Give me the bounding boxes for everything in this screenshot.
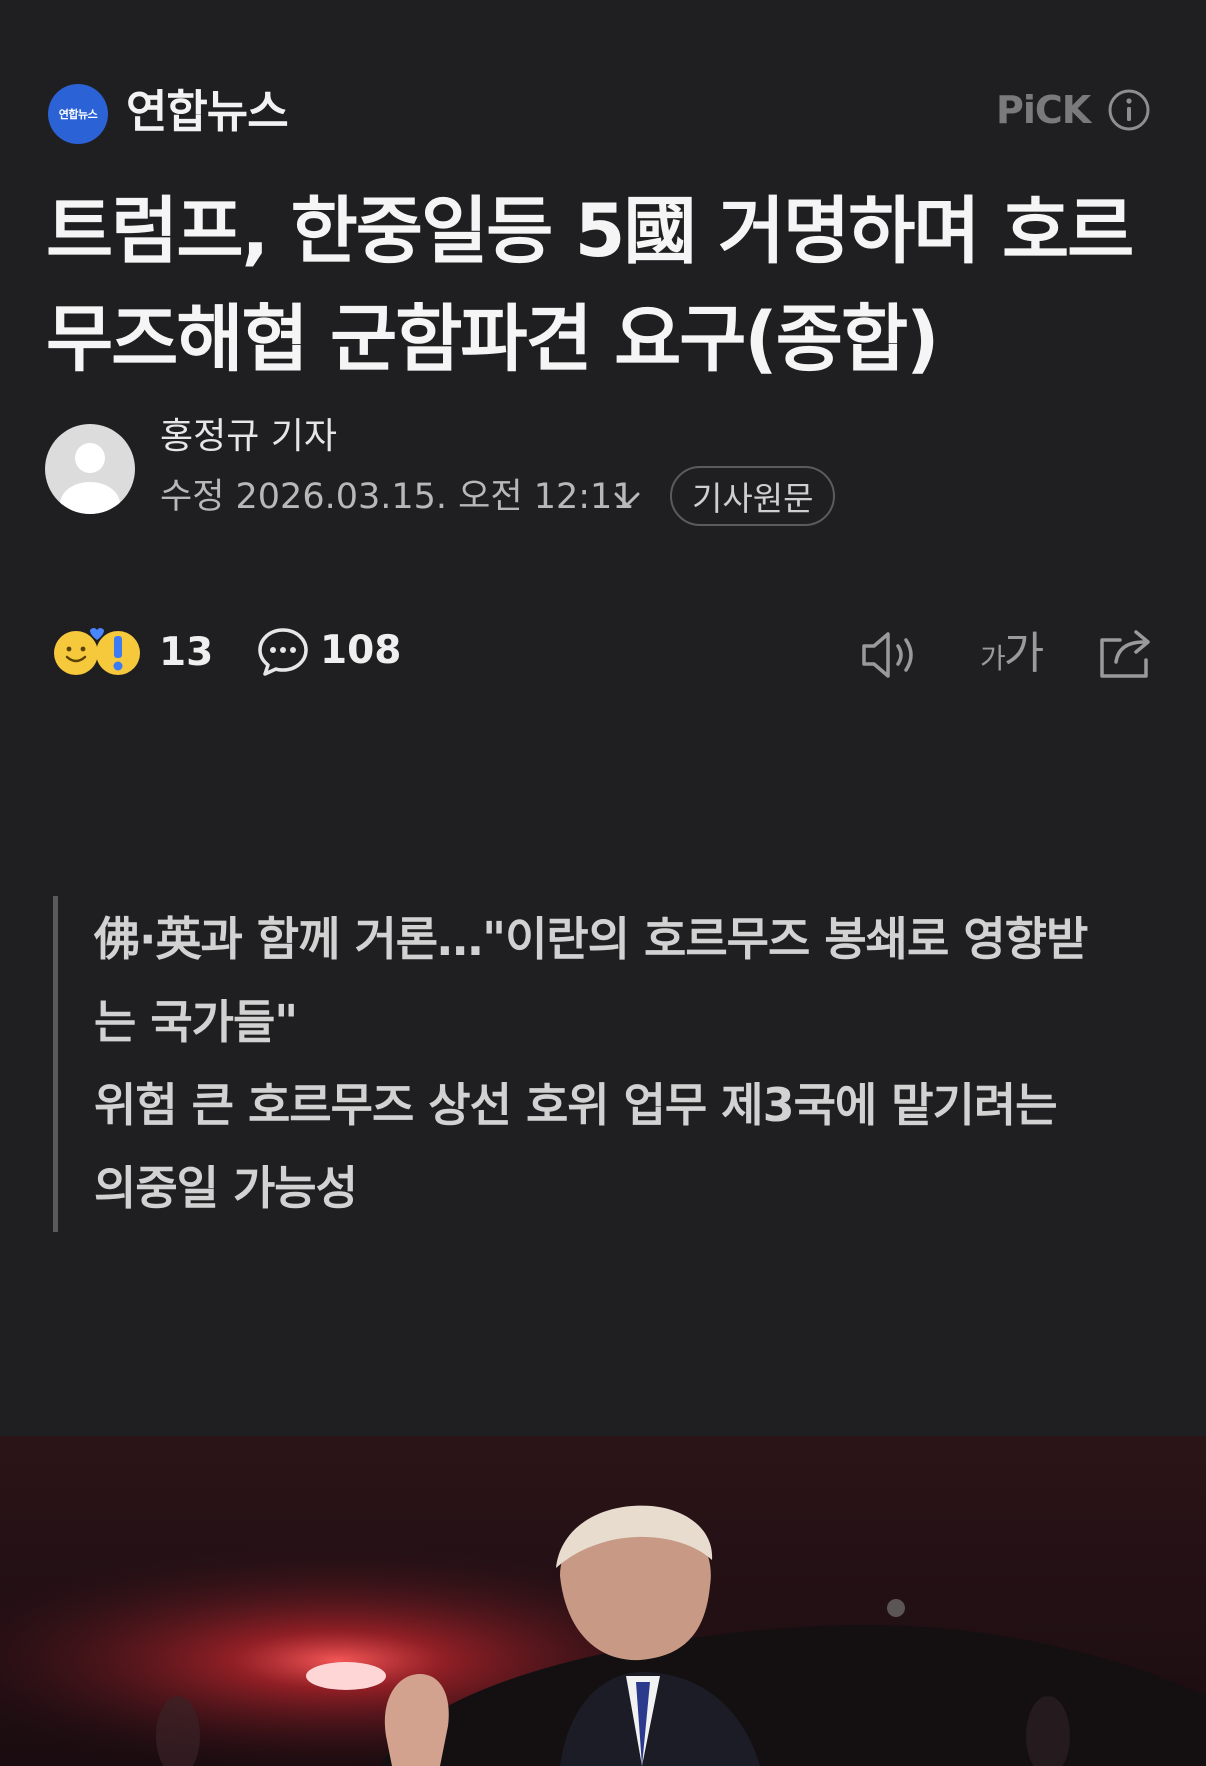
summary-line: 佛·英과 함께 거론…"이란의 호르무즈 봉쇄로 영향받는 국가들" (94, 912, 1088, 1049)
publisher-name[interactable]: 연합뉴스 (126, 82, 289, 142)
summary-line: 위험 큰 호르무즈 상선 호위 업무 제3국에 맡기려는 의중일 가능성 (94, 1078, 1058, 1215)
comment-icon[interactable] (256, 626, 310, 678)
info-icon[interactable] (1108, 89, 1150, 131)
original-article-button[interactable]: 기사원문 (670, 466, 836, 526)
chevron-down-icon[interactable] (612, 484, 642, 514)
article-headline: 트럼프, 한중일등 5國 거명하며 호르무즈해협 군함파견 요구(종합) (46, 189, 1134, 382)
share-icon[interactable] (1096, 626, 1156, 682)
font-size-small-glyph: 가 (980, 642, 1006, 675)
font-size-icon[interactable]: 가가 (980, 626, 1045, 687)
speaker-icon[interactable] (860, 628, 922, 682)
reaction-emoji-icon[interactable] (52, 624, 144, 680)
reporter-avatar[interactable] (45, 424, 135, 514)
comment-count[interactable]: 108 (320, 626, 401, 676)
pick-label: PiCK (996, 88, 1091, 132)
modified-timestamp[interactable]: 수정 2026.03.15. 오전 12:11 (160, 474, 635, 520)
reaction-count[interactable]: 13 (159, 628, 213, 678)
person-icon (60, 443, 120, 514)
article-summary: 佛·英과 함께 거론…"이란의 호르무즈 봉쇄로 영향받는 국가들" 위험 큰 … (94, 898, 1104, 1230)
reporter-name[interactable]: 홍정규 기자 (160, 414, 337, 460)
font-size-large-glyph: 가 (1003, 628, 1045, 679)
article-photo[interactable] (0, 1436, 1206, 1766)
summary-quote-bar (53, 896, 58, 1232)
publisher-logo[interactable]: 연합뉴스 (48, 84, 108, 144)
